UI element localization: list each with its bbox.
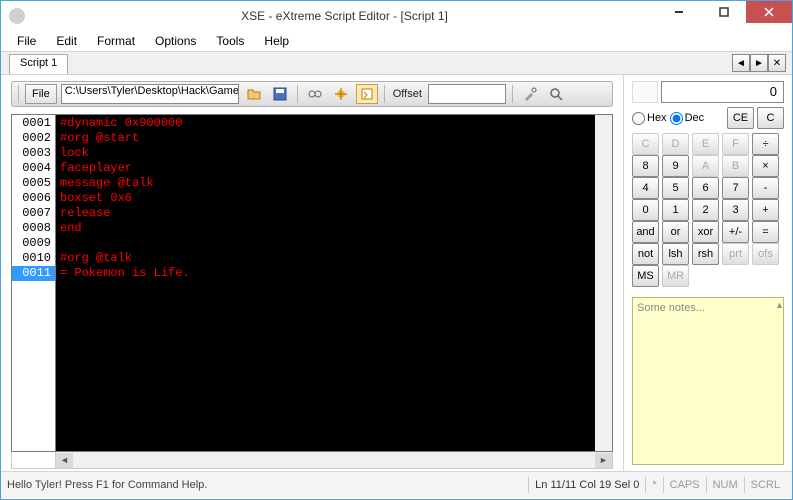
calc-btn-5[interactable]: 5 — [662, 177, 689, 199]
app-icon — [9, 8, 25, 24]
menu-edit[interactable]: Edit — [48, 32, 85, 50]
calc-btn-[interactable]: = — [752, 221, 779, 243]
document-tabstrip: Script 1 ◄ ► ✕ — [1, 51, 792, 75]
calc-btn-7[interactable]: 7 — [722, 177, 749, 199]
calc-btn-0[interactable]: 0 — [632, 199, 659, 221]
line-number: 0008 — [12, 221, 55, 236]
calc-btn-and[interactable]: and — [632, 221, 659, 243]
calc-btn-B[interactable]: B — [722, 155, 749, 177]
status-position: Ln 11/11 Col 19 Sel 0 — [528, 477, 645, 493]
radio-dec[interactable]: Dec — [670, 112, 705, 125]
menu-tools[interactable]: Tools — [208, 32, 252, 50]
line-number: 0001 — [12, 116, 55, 131]
tab-close-button[interactable]: ✕ — [768, 54, 786, 72]
status-message: Hello Tyler! Press F1 for Command Help. — [7, 479, 528, 491]
menu-file[interactable]: File — [9, 32, 44, 50]
line-number: 0005 — [12, 176, 55, 191]
status-caps: CAPS — [663, 477, 706, 493]
calc-c[interactable]: C — [757, 107, 784, 129]
debug-button[interactable] — [330, 84, 352, 104]
calc-btn-prt[interactable]: prt — [722, 243, 749, 265]
calc-btn-A[interactable]: A — [692, 155, 719, 177]
menu-format[interactable]: Format — [89, 32, 143, 50]
titlebar: XSE - eXtreme Script Editor - [Script 1] — [1, 1, 792, 31]
window-title: XSE - eXtreme Script Editor - [Script 1] — [33, 9, 656, 23]
calc-btn-2[interactable]: 2 — [692, 199, 719, 221]
calc-btn-C[interactable]: C — [632, 133, 659, 155]
calculator-panel: 0 Hex Dec CE C CDEF÷89AB×4567-0123+andor… — [624, 75, 792, 471]
save-button[interactable] — [269, 84, 291, 104]
calc-btn-not[interactable]: not — [632, 243, 659, 265]
calc-display: 0 — [661, 81, 784, 103]
calc-btn-[interactable]: - — [752, 177, 779, 199]
calc-btn-6[interactable]: 6 — [692, 177, 719, 199]
status-scrl: SCRL — [744, 477, 786, 493]
calc-btn-4[interactable]: 4 — [632, 177, 659, 199]
toolbar: File C:\Users\Tyler\Desktop\Hack\Game\Po… — [11, 81, 613, 107]
tab-next-button[interactable]: ► — [750, 54, 768, 72]
notes-scroll-up-icon[interactable]: ▴ — [777, 300, 782, 311]
calc-btn-D[interactable]: D — [662, 133, 689, 155]
line-number: 0006 — [12, 191, 55, 206]
calc-btn-F[interactable]: F — [722, 133, 749, 155]
calc-btn-or[interactable]: or — [662, 221, 689, 243]
path-input[interactable]: C:\Users\Tyler\Desktop\Hack\Game\Poke — [61, 84, 239, 104]
status-modified: * — [645, 477, 662, 493]
tools-button[interactable] — [519, 84, 541, 104]
calc-btn-8[interactable]: 8 — [632, 155, 659, 177]
line-number: 0007 — [12, 206, 55, 221]
line-number: 0009 — [12, 236, 55, 251]
menu-options[interactable]: Options — [147, 32, 204, 50]
menubar: File Edit Format Options Tools Help — [1, 31, 792, 51]
compile-button[interactable] — [356, 84, 378, 104]
calc-btn-1[interactable]: 1 — [662, 199, 689, 221]
menu-help[interactable]: Help — [256, 32, 297, 50]
offset-input[interactable] — [428, 84, 506, 104]
code-area[interactable]: #dynamic 0x900000 #org @start lock facep… — [56, 115, 612, 451]
calc-btn-lsh[interactable]: lsh — [662, 243, 689, 265]
horizontal-scrollbar[interactable]: ◄ ► — [11, 452, 613, 469]
scroll-left-icon[interactable]: ◄ — [56, 453, 73, 468]
line-gutter: 0001000200030004000500060007000800090010… — [12, 115, 56, 451]
statusbar: Hello Tyler! Press F1 for Command Help. … — [1, 471, 792, 498]
line-number: 0011 — [12, 266, 55, 281]
open-button[interactable] — [243, 84, 265, 104]
calc-btn-xor[interactable]: xor — [692, 221, 719, 243]
calc-btn-E[interactable]: E — [692, 133, 719, 155]
line-number: 0002 — [12, 131, 55, 146]
calc-btn-[interactable]: × — [752, 155, 779, 177]
line-number: 0004 — [12, 161, 55, 176]
search-button[interactable] — [545, 84, 567, 104]
minimize-button[interactable] — [656, 1, 701, 23]
calc-memory-indicator — [632, 81, 658, 103]
notes-area[interactable]: Some notes... ▴ — [632, 297, 784, 465]
line-number: 0010 — [12, 251, 55, 266]
calc-btn-9[interactable]: 9 — [662, 155, 689, 177]
file-button[interactable]: File — [25, 84, 57, 104]
radio-hex[interactable]: Hex — [632, 112, 667, 125]
calc-ce[interactable]: CE — [727, 107, 754, 129]
code-editor[interactable]: 0001000200030004000500060007000800090010… — [11, 114, 613, 452]
calc-btn-ofs[interactable]: ofs — [752, 243, 779, 265]
offset-label: Offset — [391, 88, 424, 100]
calc-btn-[interactable]: +/- — [722, 221, 749, 243]
notes-placeholder: Some notes... — [637, 302, 705, 314]
calc-btn-rsh[interactable]: rsh — [692, 243, 719, 265]
status-num: NUM — [706, 477, 744, 493]
link-button[interactable] — [304, 84, 326, 104]
calc-btn-[interactable]: ÷ — [752, 133, 779, 155]
calc-btn-3[interactable]: 3 — [722, 199, 749, 221]
calc-btn-MR[interactable]: MR — [662, 265, 689, 287]
tab-script1[interactable]: Script 1 — [9, 54, 68, 74]
scroll-right-icon[interactable]: ► — [595, 453, 612, 468]
line-number: 0003 — [12, 146, 55, 161]
calc-btn-[interactable]: + — [752, 199, 779, 221]
maximize-button[interactable] — [701, 1, 746, 23]
calc-btn-MS[interactable]: MS — [632, 265, 659, 287]
tab-prev-button[interactable]: ◄ — [732, 54, 750, 72]
vertical-scrollbar[interactable] — [595, 115, 612, 451]
close-button[interactable] — [746, 1, 792, 23]
